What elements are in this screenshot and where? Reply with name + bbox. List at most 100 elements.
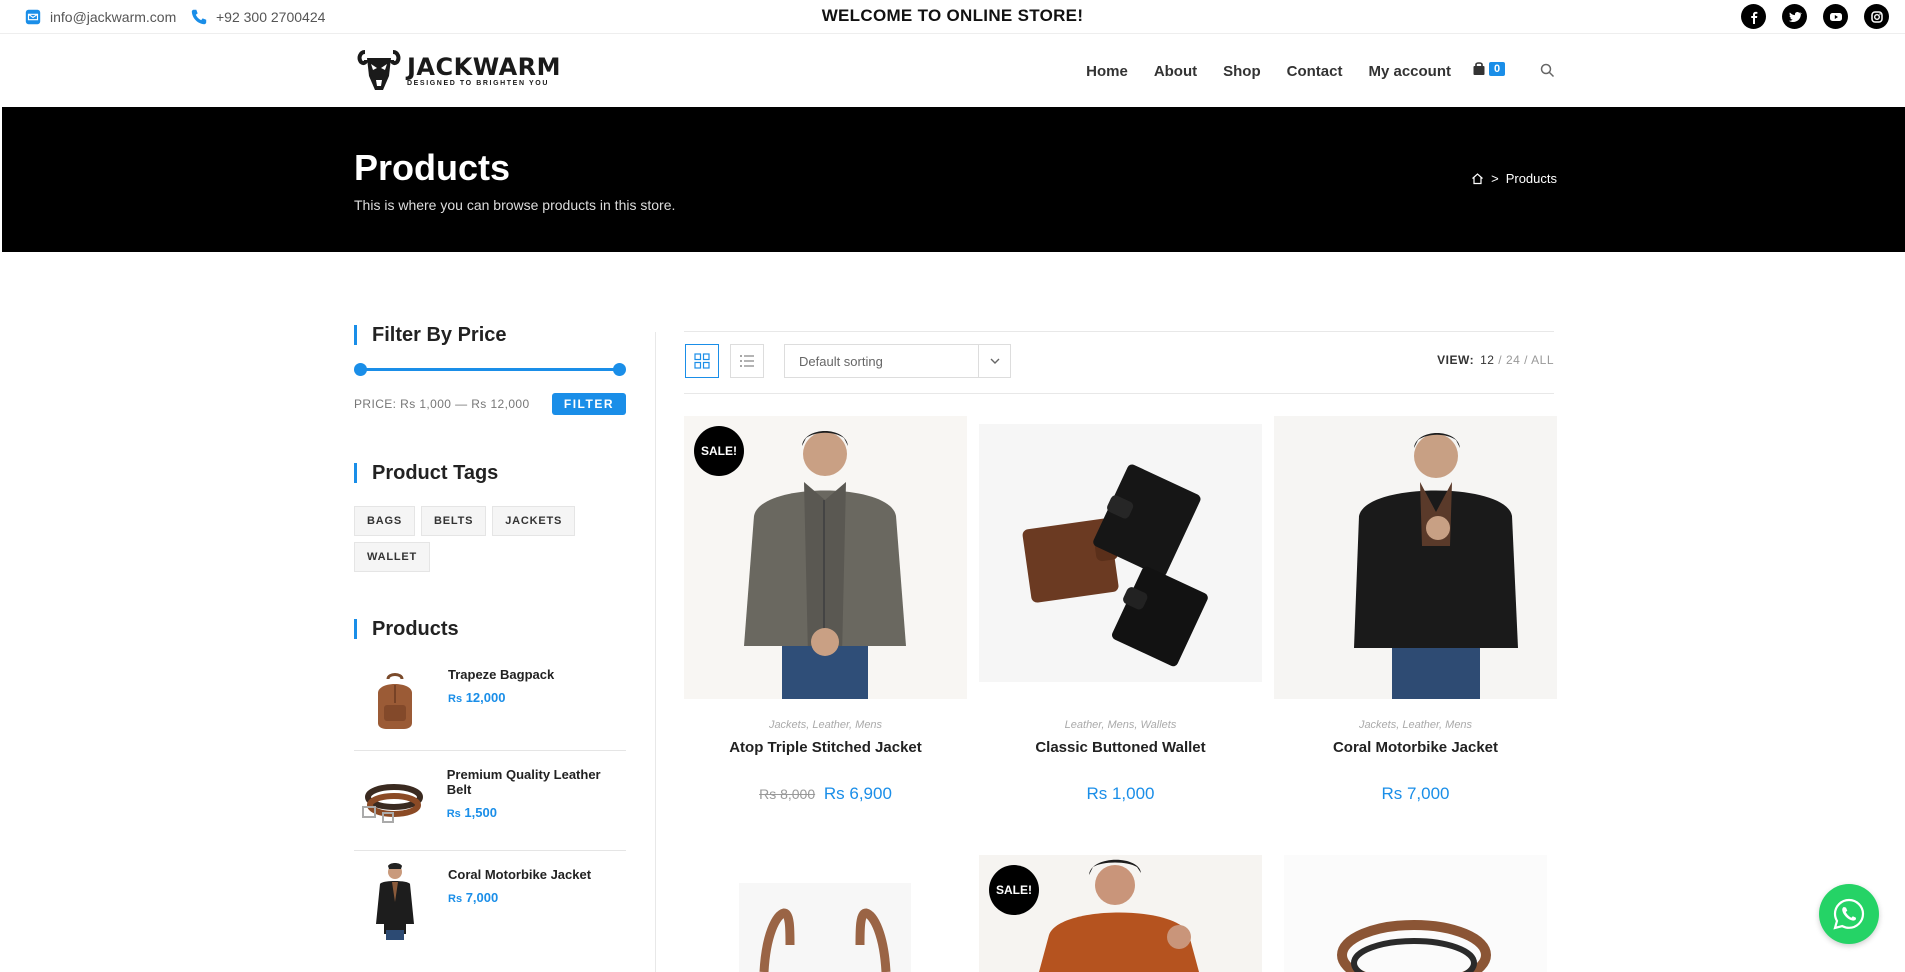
- view-12-link[interactable]: 12: [1480, 353, 1494, 367]
- site-header: JACKWARM DESIGNED TO BRIGHTEN YOU Home A…: [0, 35, 1905, 107]
- social-links: [1741, 4, 1889, 29]
- wallet-image: [979, 424, 1262, 682]
- filter-button[interactable]: FILTER: [551, 393, 626, 415]
- cart-button[interactable]: 0: [1472, 61, 1506, 76]
- tag-wallet[interactable]: WALLET: [354, 542, 431, 572]
- list-item[interactable]: Coral Motorbike Jacket Rs 7,000: [354, 851, 626, 951]
- chevron-down-icon: [978, 345, 1010, 377]
- product-categories[interactable]: Jackets, Leather, Mens: [1274, 719, 1557, 731]
- price-value: 1,500: [464, 805, 497, 820]
- price-value: 7,000: [465, 890, 499, 905]
- product-categories[interactable]: Jackets, Leather, Mens: [684, 719, 967, 731]
- currency-label: Rs: [446, 808, 461, 820]
- product-image[interactable]: [979, 416, 1262, 699]
- ram-logo-icon: [357, 50, 401, 90]
- product-title[interactable]: Coral Motorbike Jacket: [1274, 739, 1557, 756]
- view-more-options[interactable]: / 24 / ALL: [1494, 353, 1554, 367]
- currency-label: Rs: [448, 893, 463, 905]
- product-price: Rs 7,000: [1274, 784, 1557, 804]
- shop-sidebar: Filter By Price PRICE: Rs 1,000 — Rs 12,…: [354, 325, 626, 951]
- nav-home[interactable]: Home: [1086, 63, 1128, 80]
- filter-by-price-title: Filter By Price: [354, 325, 626, 345]
- nav-contact[interactable]: Contact: [1287, 63, 1343, 80]
- product-card[interactable]: [684, 855, 967, 972]
- list-item[interactable]: Premium Quality Leather Belt Rs 1,500: [354, 751, 626, 851]
- product-thumbnail[interactable]: [354, 763, 435, 839]
- product-image[interactable]: [1274, 416, 1557, 699]
- nav-about[interactable]: About: [1154, 63, 1197, 80]
- price-range-label: PRICE: Rs 1,000 — Rs 12,000: [354, 397, 530, 411]
- whatsapp-icon: [1833, 898, 1865, 930]
- shopping-bag-icon: [1473, 62, 1485, 75]
- regular-price: Rs 7,000: [1381, 784, 1450, 803]
- page-title: Products: [354, 147, 511, 188]
- page-header-banner: Products This is where you can browse pr…: [2, 107, 1905, 252]
- product-thumbnail[interactable]: [354, 863, 436, 940]
- list-icon: [740, 355, 754, 367]
- breadcrumb-current: Products: [1505, 171, 1557, 186]
- product-card[interactable]: [1274, 855, 1557, 972]
- jacket-model-image: [376, 863, 414, 940]
- price-value: 12,000: [465, 690, 506, 705]
- instagram-icon[interactable]: [1864, 4, 1889, 29]
- slider-max-handle[interactable]: [613, 363, 626, 376]
- product-categories[interactable]: Leather, Mens, Wallets: [979, 719, 1262, 731]
- youtube-icon[interactable]: [1823, 4, 1848, 29]
- sorting-value: Default sorting: [799, 353, 883, 369]
- products-widget-title: Products: [354, 619, 626, 639]
- welcome-banner: WELCOME TO ONLINE STORE!: [821, 6, 1084, 25]
- site-logo[interactable]: JACKWARM DESIGNED TO BRIGHTEN YOU: [357, 46, 561, 94]
- belt-image: [362, 784, 424, 823]
- product-price: Rs 12,000: [448, 690, 554, 705]
- nav-shop[interactable]: Shop: [1223, 63, 1261, 80]
- home-icon[interactable]: [1471, 172, 1484, 185]
- original-price: Rs 8,000: [759, 786, 816, 802]
- product-card[interactable]: Jackets, Leather, Mens Coral Motorbike J…: [1274, 416, 1557, 804]
- slider-track: [356, 368, 624, 371]
- bag-image: [739, 883, 911, 972]
- logo-tagline: DESIGNED TO BRIGHTEN YOU: [407, 79, 549, 87]
- product-card[interactable]: SALE! Jackets, Leather, Mens Atop Triple…: [684, 416, 967, 804]
- product-card[interactable]: Leather, Mens, Wallets Classic Buttoned …: [979, 416, 1262, 804]
- backpack-image: [378, 673, 412, 729]
- search-icon[interactable]: [1540, 63, 1555, 78]
- breadcrumb: > Products: [1471, 171, 1557, 186]
- price-range-slider[interactable]: [354, 361, 626, 379]
- sale-badge: SALE!: [694, 426, 744, 476]
- product-image[interactable]: [684, 855, 967, 972]
- product-image[interactable]: [1274, 855, 1557, 972]
- currency-label: Rs: [448, 693, 463, 705]
- regular-price: Rs 1,000: [1086, 784, 1155, 803]
- product-price: Rs 8,000 Rs 6,900: [684, 784, 967, 804]
- sorting-select[interactable]: Default sorting: [784, 344, 1011, 378]
- product-image[interactable]: SALE!: [979, 855, 1262, 972]
- main-nav: Home About Shop Contact My account: [1086, 35, 1451, 107]
- tag-belts[interactable]: BELTS: [420, 506, 487, 536]
- product-price: Rs 7,000: [448, 890, 591, 905]
- product-thumbnail[interactable]: [354, 663, 436, 739]
- view-label: VIEW:: [1437, 353, 1475, 367]
- black-jacket-model-image: [1274, 416, 1557, 699]
- product-image[interactable]: SALE!: [684, 416, 967, 699]
- nav-my-account[interactable]: My account: [1368, 63, 1451, 80]
- belt-coil-image: [1284, 855, 1547, 972]
- logo-name: JACKWARM: [407, 52, 562, 81]
- slider-min-handle[interactable]: [354, 363, 367, 376]
- whatsapp-chat-button[interactable]: [1819, 884, 1879, 944]
- list-view-button[interactable]: [730, 344, 764, 378]
- product-title[interactable]: Atop Triple Stitched Jacket: [684, 739, 967, 756]
- product-name[interactable]: Coral Motorbike Jacket: [448, 867, 591, 882]
- tag-jackets[interactable]: JACKETS: [492, 506, 576, 536]
- shop-toolbar: Default sorting VIEW: 12 / 24 / ALL: [684, 331, 1554, 394]
- product-name[interactable]: Trapeze Bagpack: [448, 667, 554, 682]
- product-title[interactable]: Classic Buttoned Wallet: [979, 739, 1262, 756]
- product-price: Rs 1,500: [447, 805, 626, 820]
- list-item[interactable]: Trapeze Bagpack Rs 12,000: [354, 651, 626, 751]
- grid-view-button[interactable]: [685, 344, 719, 378]
- tag-cloud: BAGS BELTS JACKETS WALLET: [354, 506, 626, 572]
- facebook-icon[interactable]: [1741, 4, 1766, 29]
- product-card[interactable]: SALE!: [979, 855, 1262, 972]
- twitter-icon[interactable]: [1782, 4, 1807, 29]
- product-name[interactable]: Premium Quality Leather Belt: [447, 767, 626, 797]
- tag-bags[interactable]: BAGS: [354, 506, 415, 536]
